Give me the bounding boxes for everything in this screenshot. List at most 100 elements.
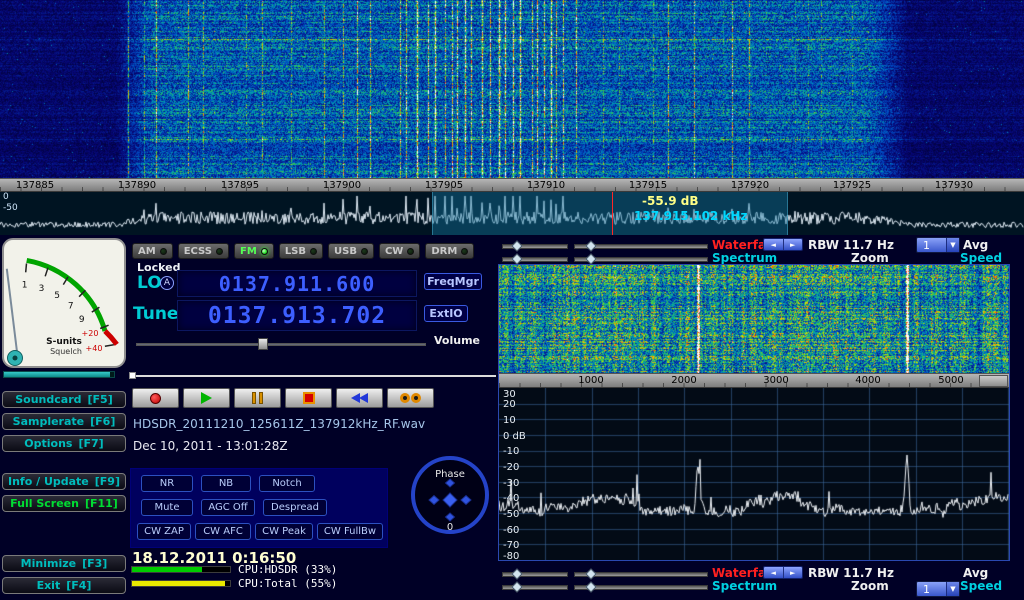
chevron-down-icon[interactable]: ▼ <box>946 582 959 596</box>
avg-label[interactable]: Avg <box>963 238 988 252</box>
slider-thumb[interactable] <box>585 253 596 264</box>
freqmgr-button[interactable]: FreqMgr <box>424 273 482 290</box>
samplerate-button[interactable]: Samplerate [F6] <box>2 413 126 430</box>
playback-controls <box>132 388 434 408</box>
shift-left-button[interactable]: ◄ <box>764 239 784 250</box>
spectrum-tab-bottom[interactable]: Spectrum <box>712 579 777 593</box>
slider-thumb[interactable] <box>585 581 596 592</box>
playback-position-thumb[interactable] <box>129 372 136 379</box>
freq-tick-label: 137910 <box>527 180 565 192</box>
freq-tick-label: 137895 <box>221 180 259 192</box>
spectrum-range-slider-bottom[interactable] <box>574 585 708 590</box>
options-key: [F7] <box>78 437 103 450</box>
waterfall-brightness-slider-bottom[interactable] <box>502 572 568 577</box>
info-update-button[interactable]: Info / Update [F9] <box>2 473 126 490</box>
despread-button[interactable]: Despread <box>263 499 327 516</box>
lo-lock-badge[interactable]: A <box>160 276 174 290</box>
freq-tick-label: 137885 <box>16 180 54 192</box>
freq-tick-label: 137930 <box>935 180 973 192</box>
rf-waterfall-display[interactable] <box>0 0 1024 178</box>
cw-afc-button[interactable]: CW AFC <box>195 523 251 540</box>
squelch-level-bar[interactable] <box>3 371 115 378</box>
nb-button[interactable]: NB <box>201 475 251 492</box>
slider-thumb[interactable] <box>511 581 522 592</box>
nr-button[interactable]: NR <box>141 475 193 492</box>
shift-right-button[interactable]: ► <box>784 239 803 250</box>
options-button[interactable]: Options [F7] <box>2 435 126 452</box>
volume-slider-track[interactable] <box>136 343 426 346</box>
mode-am-button[interactable]: AM <box>132 243 173 259</box>
audio-spectrum-display[interactable] <box>499 388 1009 560</box>
stop-button[interactable] <box>285 388 332 408</box>
speed-label[interactable]: Speed <box>960 251 1002 265</box>
fullscreen-button[interactable]: Full Screen [F11] <box>2 495 126 512</box>
soundcard-key: [F5] <box>88 393 113 406</box>
exit-button[interactable]: Exit [F4] <box>2 577 126 594</box>
pause-button[interactable] <box>234 388 281 408</box>
spectrum-tab[interactable]: Spectrum <box>712 251 777 265</box>
waterfall-contrast-slider[interactable] <box>574 244 708 249</box>
spectrum-ref-slider[interactable] <box>502 257 568 262</box>
exit-label: Exit <box>37 579 61 592</box>
agc-off-button[interactable]: AGC Off <box>201 499 255 516</box>
audio-waterfall-display[interactable] <box>499 265 1009 373</box>
rf-spectrum-strip[interactable]: 0 -50 -55.9 dB 137.915.102 kHz <box>0 192 1024 235</box>
freq-tick-label: 137915 <box>629 180 667 192</box>
shift-left-button[interactable]: ◄ <box>764 567 784 578</box>
db-scale-label: 20 <box>503 399 516 410</box>
playback-position-slider[interactable] <box>130 375 496 377</box>
slider-thumb[interactable] <box>511 568 522 579</box>
zoom-factor-dropdown[interactable]: 1 ▼ <box>916 237 960 253</box>
mode-ecss-button[interactable]: ECSS <box>178 243 229 259</box>
waterfall-brightness-slider[interactable] <box>502 244 568 249</box>
speed-label-bottom[interactable]: Speed <box>960 579 1002 593</box>
rf-frequency-scale[interactable]: 137885 137890 137895 137900 137905 13791… <box>0 178 1024 192</box>
cw-fullbw-button[interactable]: CW FullBw <box>317 523 383 540</box>
extio-button[interactable]: ExtIO <box>424 305 468 322</box>
cpu-total-text: CPU:Total (55%) <box>238 577 337 590</box>
db-scale-label: -10 <box>503 446 519 457</box>
mute-button[interactable]: Mute <box>141 499 193 516</box>
spectrum-range-slider[interactable] <box>574 257 708 262</box>
db-scale-label: -50 <box>503 509 519 520</box>
db-scale-label: -60 <box>503 525 519 536</box>
zoom-factor-dropdown-bottom[interactable]: 1 ▼ <box>916 581 960 597</box>
mode-usb-button[interactable]: USB <box>328 243 374 259</box>
tune-frequency-display[interactable]: 0137.913.702 <box>177 300 417 331</box>
waterfall-contrast-slider-bottom[interactable] <box>574 572 708 577</box>
wav-file-date: Dec 10, 2011 - 13:01:28Z <box>133 439 288 453</box>
record-button[interactable] <box>132 388 179 408</box>
loop-button[interactable] <box>387 388 434 408</box>
mode-lsb-button[interactable]: LSB <box>279 243 323 259</box>
main-panel: 1 3 5 7 9 +20 +40 S-units Squelch Soundc… <box>0 235 1024 600</box>
mode-drm-button[interactable]: DRM <box>425 243 474 259</box>
avg-label-bottom[interactable]: Avg <box>963 566 988 580</box>
chevron-down-icon[interactable]: ▼ <box>946 238 959 252</box>
slider-thumb[interactable] <box>585 240 596 251</box>
audio-scale-scrollbar[interactable] <box>979 375 1008 387</box>
slider-thumb[interactable] <box>585 568 596 579</box>
audio-frequency-scale[interactable]: 1000 2000 3000 4000 5000 <box>499 373 1009 388</box>
soundcard-button[interactable]: Soundcard [F5] <box>2 391 126 408</box>
meter-tick-label: 1 <box>22 281 28 291</box>
notch-button[interactable]: Notch <box>259 475 315 492</box>
spectrum-ref-slider-bottom[interactable] <box>502 585 568 590</box>
lo-frequency-display[interactable]: 0137.911.600 <box>177 270 417 297</box>
rewind-button[interactable] <box>336 388 383 408</box>
phase-value: 0 <box>447 522 453 533</box>
slider-thumb[interactable] <box>511 240 522 251</box>
meter-tick-label: +40 <box>86 344 103 353</box>
slider-thumb[interactable] <box>511 253 522 264</box>
minimize-button[interactable]: Minimize [F3] <box>2 555 126 572</box>
mode-ecss-label: ECSS <box>184 246 212 257</box>
shift-right-button[interactable]: ► <box>784 567 803 578</box>
cw-peak-button[interactable]: CW Peak <box>255 523 313 540</box>
volume-slider-thumb[interactable] <box>258 338 268 350</box>
volume-slider[interactable] <box>136 338 426 350</box>
fullscreen-label: Full Screen <box>10 497 79 510</box>
mode-fm-button[interactable]: FM <box>234 243 274 259</box>
play-button[interactable] <box>183 388 230 408</box>
mode-cw-button[interactable]: CW <box>379 243 420 259</box>
cw-zap-button[interactable]: CW ZAP <box>137 523 191 540</box>
db-scale-label: 10 <box>503 415 516 426</box>
